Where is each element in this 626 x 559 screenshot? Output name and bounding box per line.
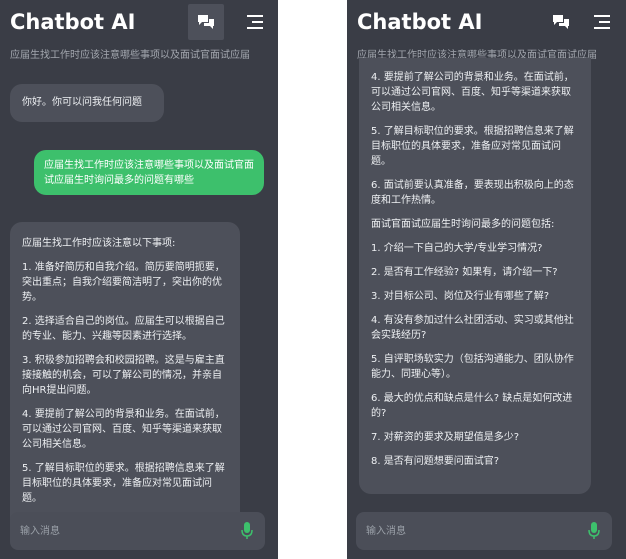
chat-subtitle: 应届生找工作时应该注意哪些事项以及面试官面试应届 [10, 50, 250, 61]
bot-greeting-text: 你好。你可以问我任何问题 [22, 97, 142, 108]
menu-icon [247, 15, 263, 29]
reply-paragraph: 1. 介绍一下自己的大学/专业学习情况? [371, 243, 543, 254]
reply-paragraph: 2. 是否有工作经验? 如果有，请介绍一下? [371, 267, 558, 278]
reply-paragraph: 3. 对目标公司、岗位及行业有哪些了解? [371, 291, 550, 302]
reply-paragraph: 6. 面试前要认真准备，要表现出积极向上的态度和工作热情。 [371, 180, 574, 206]
menu-icon [594, 15, 610, 29]
reply-paragraph: 5. 了解目标职位的要求。根据招聘信息来了解目标职位的具体要求，准备应对常见面试… [371, 126, 574, 167]
user-message-bubble: 应届生找工作时应该注意哪些事项以及面试官面试应届生时询问最多的问题有哪些 [34, 150, 264, 195]
message-input-bar [356, 512, 612, 550]
reply-paragraph: 2. 选择适合自己的岗位。应届生可以根据自己的专业、能力、兴趣等因素进行选择。 [22, 316, 225, 342]
reply-paragraph: 8. 是否有问题想要问面试官? [371, 456, 500, 467]
bot-reply-bubble: 应届生找工作时应该注意以下事项: 1. 准备好简历和自我介绍。简历要简明扼要，突… [10, 222, 240, 522]
chat-history-button[interactable] [543, 4, 579, 40]
microphone-icon [241, 522, 253, 539]
reply-paragraph: 6. 最大的优点和缺点是什么? 缺点是如何改进的? [371, 393, 573, 419]
header: Chatbot AI 应届生找工作时应该注意哪些事项以及面试官面试应届 [0, 0, 278, 72]
reply-paragraph: 5. 自评职场软实力（包括沟通能力、团队协作能力、同理心等）。 [371, 354, 574, 380]
message-input-bar [10, 512, 265, 550]
chat-bubbles-icon [553, 15, 569, 29]
reply-paragraph: 应届生找工作时应该注意以下事项: [22, 238, 176, 249]
app-title: Chatbot AI [357, 10, 483, 34]
user-message-text: 应届生找工作时应该注意哪些事项以及面试官面试应届生时询问最多的问题有哪些 [44, 160, 254, 186]
message-input[interactable] [10, 512, 220, 550]
bot-greeting-bubble: 你好。你可以问我任何问题 [10, 84, 164, 122]
app-title: Chatbot AI [10, 10, 136, 34]
reply-paragraph: 4. 要提前了解公司的背景和业务。在面试前，可以通过公司官网、百度、知乎等渠道来… [371, 72, 574, 113]
reply-paragraph: 4. 要提前了解公司的背景和业务。在面试前，可以通过公司官网、百度、知乎等渠道来… [22, 409, 225, 450]
microphone-icon [588, 522, 600, 539]
reply-paragraph: 3. 积极参加招聘会和校园招聘。这是与雇主直接接触的机会，可以了解公司的情况，并… [22, 355, 225, 396]
chat-screen-left: Chatbot AI 应届生找工作时应该注意哪些事项以及面试官面试应届 你好。你… [0, 0, 278, 559]
message-input[interactable] [356, 512, 566, 550]
chat-history-button[interactable] [188, 4, 224, 40]
reply-paragraph: 面试官面试应届生时询问最多的问题包括: [371, 219, 555, 230]
voice-input-button[interactable] [588, 522, 600, 540]
chat-bubbles-icon [198, 15, 214, 29]
reply-paragraph: 1. 准备好简历和自我介绍。简历要简明扼要，突出重点；自我介绍要简洁明了，突出你… [22, 262, 225, 303]
reply-paragraph: 4. 有没有参加过什么社团活动、实习或其他社会实践经历? [371, 315, 574, 341]
reply-paragraph: 5. 了解目标职位的要求。根据招聘信息来了解目标职位的具体要求，准备应对常见面试… [22, 463, 225, 504]
menu-button[interactable] [243, 12, 265, 32]
chat-screen-right: Chatbot AI 应届生找工作时应该注意哪些事项以及面试官面试应届 4. 要… [347, 0, 626, 559]
reply-paragraph: 7. 对薪资的要求及期望值是多少? [371, 432, 520, 443]
menu-button[interactable] [590, 12, 612, 32]
voice-input-button[interactable] [241, 522, 253, 540]
bot-reply-bubble: 4. 要提前了解公司的背景和业务。在面试前，可以通过公司官网、百度、知乎等渠道来… [359, 58, 591, 494]
